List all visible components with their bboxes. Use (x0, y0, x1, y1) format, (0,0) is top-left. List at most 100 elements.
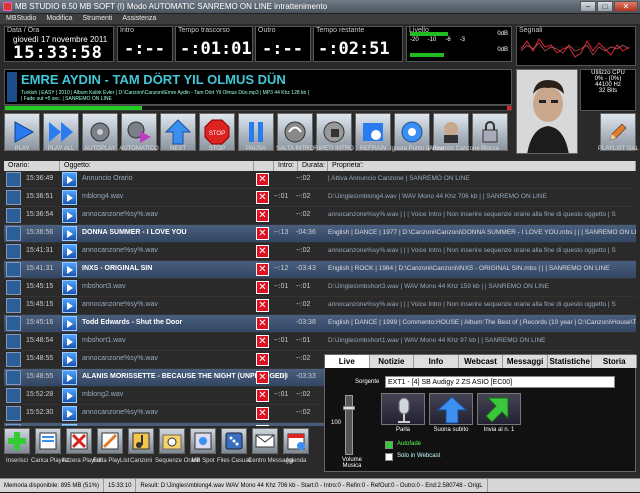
row-play-icon[interactable] (62, 226, 77, 241)
table-row[interactable]: 15:36:51 mblong4.wav ✕ --:01 --:02 D:\Jingles… (4, 189, 636, 207)
sequenze-button[interactable] (159, 428, 185, 454)
outro-time: -:-- (262, 39, 303, 59)
row-play-icon[interactable] (62, 406, 77, 421)
row-play-icon[interactable] (62, 244, 77, 259)
level-scale: -20 -10 -6 -3 (410, 37, 465, 43)
carica-button[interactable] (35, 428, 61, 454)
row-delete-icon[interactable]: ✕ (256, 335, 269, 348)
col-proprieta[interactable]: Proprieta': (328, 161, 636, 171)
signals-waveform (519, 38, 633, 58)
tab-statistiche[interactable]: Statistiche (548, 355, 593, 368)
volume-slider[interactable] (343, 395, 355, 455)
table-row[interactable]: 15:36:49 Annuncio Orario ✕ --:02 | Attiva An… (4, 171, 636, 189)
table-row[interactable]: 15:45:16 Todd Edwards - Shut the Door ✕ -03… (4, 315, 636, 333)
jingle-type-icon (6, 388, 21, 403)
row-title: annocanzone%sy%.wav (82, 301, 158, 308)
source-select[interactable]: EXT1 - [4] SB Audigy 2 ZS ASIO [EC00] (385, 376, 615, 388)
maximize-button[interactable]: □ (597, 1, 613, 12)
row-play-icon[interactable] (62, 298, 77, 313)
centro-button[interactable] (252, 428, 278, 454)
row-delete-icon[interactable]: ✕ (256, 389, 269, 402)
row-delete-icon[interactable]: ✕ (256, 191, 269, 204)
row-play-icon[interactable] (62, 370, 77, 385)
row-delete-icon[interactable]: ✕ (256, 245, 269, 258)
row-delete-icon[interactable]: ✕ (256, 173, 269, 186)
row-play-icon[interactable] (62, 262, 77, 277)
tab-webcast[interactable]: Webcast (459, 355, 504, 368)
send-to-1-button[interactable] (477, 393, 521, 425)
row-delete-icon[interactable]: ✕ (256, 299, 269, 312)
edita-button[interactable] (97, 428, 123, 454)
row-delete-icon[interactable]: ✕ (256, 407, 269, 420)
table-row[interactable]: 15:45:15 annocanzone%sy%.wav ✕ --:02 annocan… (4, 297, 636, 315)
table-row[interactable]: 15:45:15 mbshort3.wav ✕ --:01 --:01 D:\Jingle… (4, 279, 636, 297)
row-delete-icon[interactable]: ✕ (256, 317, 269, 330)
row-delete-icon[interactable]: ✕ (256, 425, 269, 426)
azzera-button[interactable] (66, 428, 92, 454)
jingle-type-icon (6, 190, 21, 205)
stop-icon: STOP (204, 119, 230, 145)
row-delete-icon[interactable]: ✕ (256, 281, 269, 294)
row-play-icon[interactable] (62, 190, 77, 205)
tab-notizie[interactable]: Notizie (370, 355, 415, 368)
jingle-type-icon (6, 406, 21, 421)
row-delete-icon[interactable]: ✕ (256, 371, 269, 384)
now-playing-panel: EMRE AYDIN - TAM DÖRT YIL OLMUS DÜN Turk… (4, 69, 512, 105)
arrow-diagonal-icon (485, 397, 509, 423)
row-play-icon[interactable] (62, 316, 77, 331)
row-play-icon[interactable] (62, 388, 77, 403)
row-title: INXS - ORIGINAL SIN (82, 265, 153, 272)
row-delete-icon[interactable]: ✕ (256, 209, 269, 222)
menu-assistenza[interactable]: Assistenza (122, 14, 156, 24)
intro-label: Intro (120, 27, 135, 34)
volume-thumb[interactable] (343, 406, 355, 410)
arrow-up-icon (436, 396, 468, 424)
table-row[interactable]: 15:36:54 annocanzone%sy%.wav ✕ --:02 annocan… (4, 207, 636, 225)
track-progress[interactable] (4, 105, 512, 111)
row-play-icon[interactable] (62, 280, 77, 295)
menu-bar: MBStudio Modifica Strumenti Assistenza (0, 14, 640, 24)
source-label: Sorgente (355, 379, 380, 385)
autofade-checkbox[interactable] (385, 441, 393, 449)
row-delete-icon[interactable]: ✕ (256, 353, 269, 366)
row-play-icon[interactable] (62, 334, 77, 349)
row-play-icon[interactable] (62, 208, 77, 223)
scale-tick: -20 (410, 37, 419, 43)
tab-storia[interactable]: Storia (592, 355, 638, 368)
files-button[interactable] (221, 428, 247, 454)
row-delete-icon[interactable]: ✕ (256, 227, 269, 240)
row-properties: annocanzone%sy%.wav | | | Voice Intro | … (328, 211, 616, 218)
remaining-time: -:02:51 (318, 39, 390, 59)
col-durata[interactable]: Durata: (298, 161, 328, 171)
tab-messaggi[interactable]: Messaggi (503, 355, 548, 368)
jingle-type-icon (6, 298, 21, 313)
level-bar-left (410, 32, 448, 36)
row-play-icon[interactable] (62, 172, 77, 187)
row-play-icon[interactable] (62, 424, 77, 426)
row-delete-icon[interactable]: ✕ (256, 263, 269, 276)
row-play-icon[interactable] (62, 352, 77, 367)
play-now-button[interactable] (429, 393, 473, 425)
menu-strumenti[interactable]: Strumenti (82, 14, 112, 24)
menu-mbstudio[interactable]: MBStudio (6, 14, 36, 24)
canzoni-button[interactable] (128, 428, 154, 454)
song-type-icon (6, 226, 21, 241)
col-oggetto[interactable]: Oggetto: (60, 161, 254, 171)
agenda-button[interactable] (283, 428, 309, 454)
minimize-button[interactable]: – (580, 1, 596, 12)
mbspot-button[interactable] (190, 428, 216, 454)
col-intro[interactable]: Intro: (274, 161, 298, 171)
table-row[interactable]: 15:41:31 annocanzone%sy%.wav ✕ --:02 annocan… (4, 243, 636, 261)
parla-button[interactable] (381, 393, 425, 425)
tab-info[interactable]: Info (414, 355, 459, 368)
inserisci-button[interactable] (4, 428, 30, 454)
table-row[interactable]: 15:36:56 DONNA SUMMER - I LOVE YOU ✕ --:13-… (4, 225, 636, 243)
table-row[interactable]: 15:48:54 mbshort1.wav ✕ --:01 --:01 D:\Jingle… (4, 333, 636, 351)
tab-live[interactable]: Live (325, 355, 370, 368)
song-type-icon (6, 424, 21, 426)
close-button[interactable]: ✕ (614, 1, 638, 12)
menu-modifica[interactable]: Modifica (46, 14, 72, 24)
table-row[interactable]: 15:41:31 INXS - ORIGINAL SIN ✕ --:12 -03:43 E… (4, 261, 636, 279)
col-orario[interactable]: Orario: (4, 161, 60, 171)
webcast-only-checkbox[interactable] (385, 453, 393, 461)
